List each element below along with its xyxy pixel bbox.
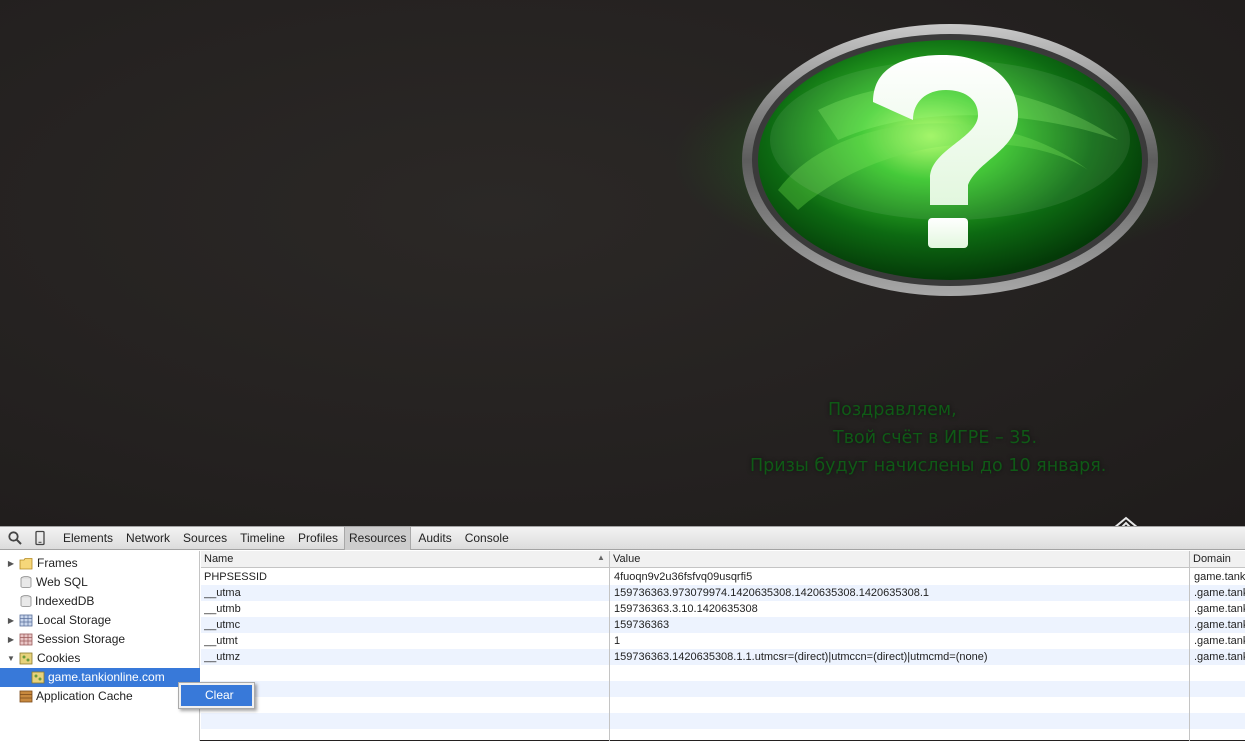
empty-row [201,713,1245,729]
cookie-value: 1 [614,635,621,647]
database-icon [20,595,32,608]
table-header: Name ▲ Value Domain [201,551,1245,568]
cookie-domain: .game.tank [1194,619,1245,631]
sidebar-item-indexeddb[interactable]: IndexedDB [0,592,200,611]
empty-row [201,681,1245,697]
table-row[interactable]: __utmb 159736363.3.10.1420635308 .game.t… [201,601,1245,617]
tab-profiles[interactable]: Profiles [291,527,344,550]
tab-resources[interactable]: Resources [344,527,412,550]
device-mode-icon[interactable] [32,530,48,546]
cookie-value: 159736363.973079974.1420635308.142063530… [614,587,930,599]
empty-row [201,697,1245,713]
cookie-value: 4fuoqn9v2u36fsfvq09usqrfi5 [614,571,753,583]
sort-ascending-icon: ▲ [597,553,605,562]
column-divider[interactable] [1189,551,1190,741]
cookie-name: PHPSESSID [204,571,267,583]
congratulations-message: Поздравляем, Твой счёт в ИГРЕ – 35. Приз… [700,396,1200,480]
cookie-icon [31,671,45,684]
column-header-domain[interactable]: Domain [1190,551,1245,568]
cookie-name: __utmt [204,635,238,647]
tab-audits[interactable]: Audits [411,527,457,550]
tab-timeline[interactable]: Timeline [233,527,291,550]
sidebar-item-frames[interactable]: ▶ Frames [0,554,200,573]
panel-tabs: Elements Network Sources Timeline Profil… [56,527,515,550]
storage-grid-icon [19,614,33,627]
cookie-name: __utma [204,587,241,599]
message-line-3: Призы будут начислены до 10 января. [750,456,1107,476]
empty-row [201,729,1245,741]
game-page: Поздравляем, Твой счёт в ИГРЕ – 35. Приз… [0,0,1245,526]
tab-console[interactable]: Console [458,527,515,550]
resources-sidebar: ▶ Frames Web SQL IndexedDB ▶ Local Stora… [0,551,200,741]
column-header-name[interactable]: Name [201,551,609,568]
sidebar-item-label: Application Cache [36,689,133,703]
cookie-value: 159736363.3.10.1420635308 [614,603,758,615]
cookies-table: Name ▲ Value Domain PHPSESSID 4fuoqn9v2u… [201,551,1245,741]
sidebar-item-label: Frames [37,556,78,570]
expand-arrow-icon[interactable]: ▶ [6,554,16,573]
sidebar-item-label: game.tankionline.com [48,670,165,684]
expand-arrow-icon[interactable]: ▶ [6,630,16,649]
sidebar-item-label: Web SQL [36,575,88,589]
sidebar-item-label: Local Storage [37,613,112,627]
devtools-toolbar: Elements Network Sources Timeline Profil… [0,527,1245,550]
cookie-value: 159736363 [614,619,670,631]
message-line-2: Твой счёт в ИГРЕ – 35. [833,428,1038,448]
tab-sources[interactable]: Sources [176,527,233,550]
collapse-arrow-icon[interactable]: ▼ [6,649,16,668]
table-row[interactable]: __utma 159736363.973079974.1420635308.14… [201,585,1245,601]
cookie-domain: .game.tank [1194,651,1245,663]
storage-grid-icon [19,633,33,646]
cookie-name: __utmb [204,603,241,615]
table-row[interactable]: __utmc 159736363 .game.tank [201,617,1245,633]
cookie-domain: game.tank [1194,571,1245,583]
sidebar-item-cookies[interactable]: ▼ Cookies [0,649,200,668]
message-line-1: Поздравляем, [828,400,957,420]
sidebar-item-web-sql[interactable]: Web SQL [0,573,200,592]
database-icon [20,576,32,589]
column-divider[interactable] [609,551,610,741]
empty-row [201,665,1245,681]
sidebar-item-label: Session Storage [37,632,126,646]
table-row[interactable]: __utmz 159736363.1420635308.1.1.utmcsr=(… [201,649,1245,665]
table-row[interactable]: PHPSESSID 4fuoqn9v2u36fsfvq09usqrfi5 gam… [201,569,1245,585]
sidebar-item-label: Cookies [37,651,81,665]
tab-network[interactable]: Network [119,527,176,550]
cookie-domain: .game.tank [1194,603,1245,615]
sidebar-item-local-storage[interactable]: ▶ Local Storage [0,611,200,630]
cookie-value: 159736363.1420635308.1.1.utmcsr=(direct)… [614,651,988,663]
cookie-domain: .game.tank [1194,587,1245,599]
app-cache-icon [19,690,33,703]
cookie-name: __utmz [204,651,241,663]
question-mark-emblem-icon [670,24,1228,296]
context-menu-clear[interactable]: Clear [181,685,252,706]
folder-icon [19,558,33,570]
sidebar-item-label: IndexedDB [35,594,95,608]
column-header-value[interactable]: Value [610,551,1189,568]
table-row[interactable]: __utmt 1 .game.tank [201,633,1245,649]
cookie-icon [19,652,33,665]
tab-elements[interactable]: Elements [56,527,119,550]
search-icon[interactable] [7,530,23,546]
cookie-name: __utmc [204,619,241,631]
expand-arrow-icon[interactable]: ▶ [6,611,16,630]
cookie-domain: .game.tank [1194,635,1245,647]
sidebar-item-session-storage[interactable]: ▶ Session Storage [0,630,200,649]
splitter-grip-icon[interactable] [1112,516,1140,526]
context-menu: Clear [178,682,255,709]
sidebar-item-application-cache[interactable]: Application Cache [0,687,200,706]
sidebar-item-cookie-domain[interactable]: game.tankionline.com [0,668,200,687]
